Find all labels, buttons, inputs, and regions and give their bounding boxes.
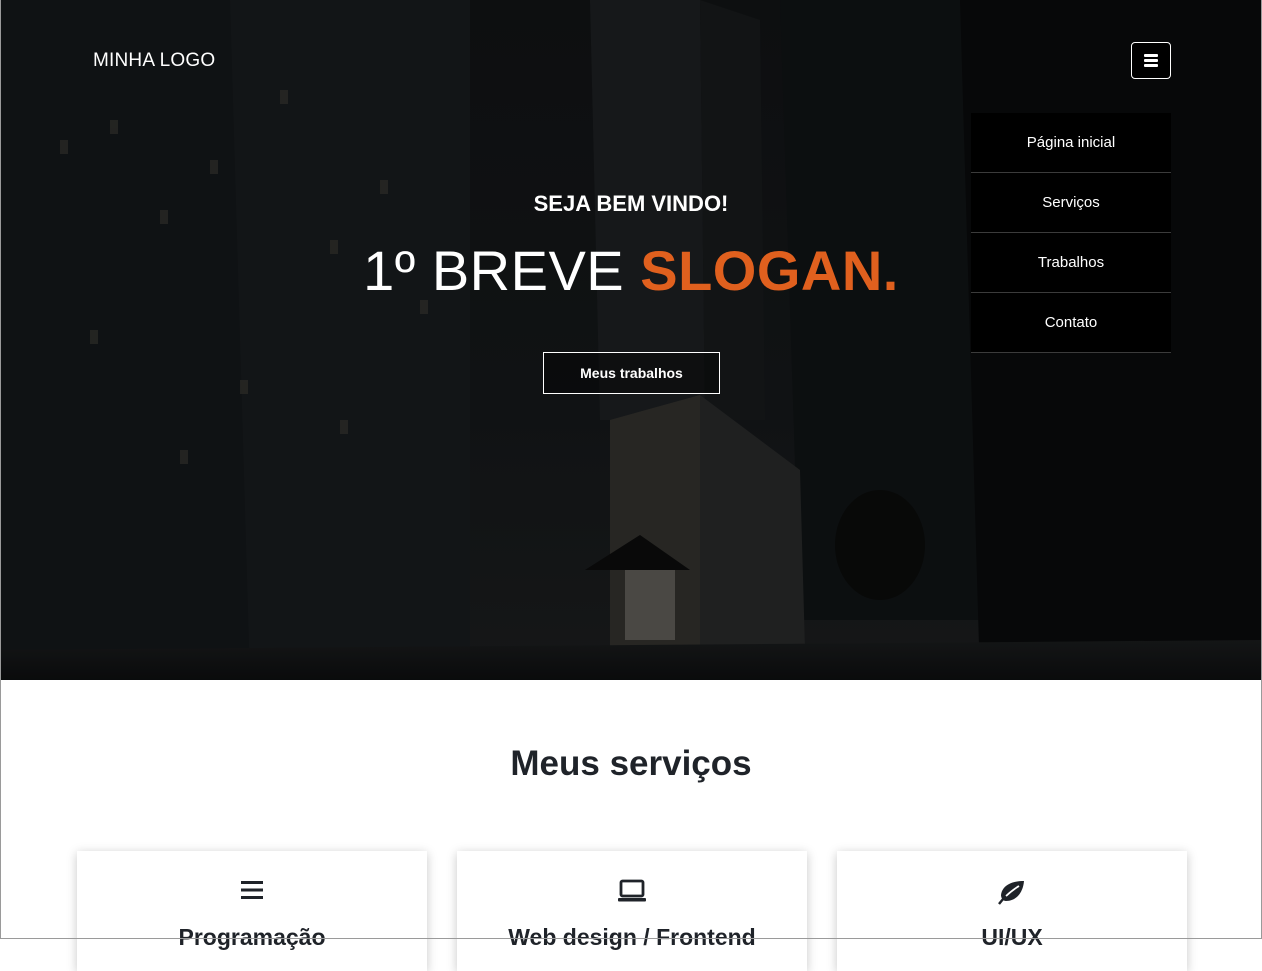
hero-slogan: 1º BREVE SLOGAN. — [0, 238, 1262, 303]
welcome-heading: SEJA BEM VINDO! — [533, 191, 729, 216]
menu-toggle-button[interactable] — [1131, 42, 1171, 79]
services-title: Meus serviços — [510, 744, 752, 783]
slogan-text: 1º BREVE — [363, 239, 641, 302]
leaf-icon — [837, 879, 1187, 905]
site-logo[interactable]: MINHA LOGO — [93, 50, 215, 72]
hero-section: MINHA LOGO Página inicial Serviços Traba… — [0, 0, 1262, 680]
bars-icon — [77, 879, 427, 901]
nav-dropdown-menu: Página inicial Serviços Trabalhos Contat… — [971, 113, 1171, 353]
service-card-webdesign[interactable]: Web design / Frontend — [457, 851, 807, 971]
hamburger-icon — [1144, 52, 1158, 70]
window-border-left — [0, 0, 1, 939]
my-works-button[interactable]: Meus trabalhos — [543, 352, 720, 394]
slogan-accent-text: SLOGAN. — [640, 239, 899, 302]
service-card-programming[interactable]: Programação — [77, 851, 427, 971]
laptop-icon — [457, 879, 807, 903]
nav-item-home[interactable]: Página inicial — [971, 113, 1171, 173]
service-card-uiux[interactable]: UI/UX — [837, 851, 1187, 971]
